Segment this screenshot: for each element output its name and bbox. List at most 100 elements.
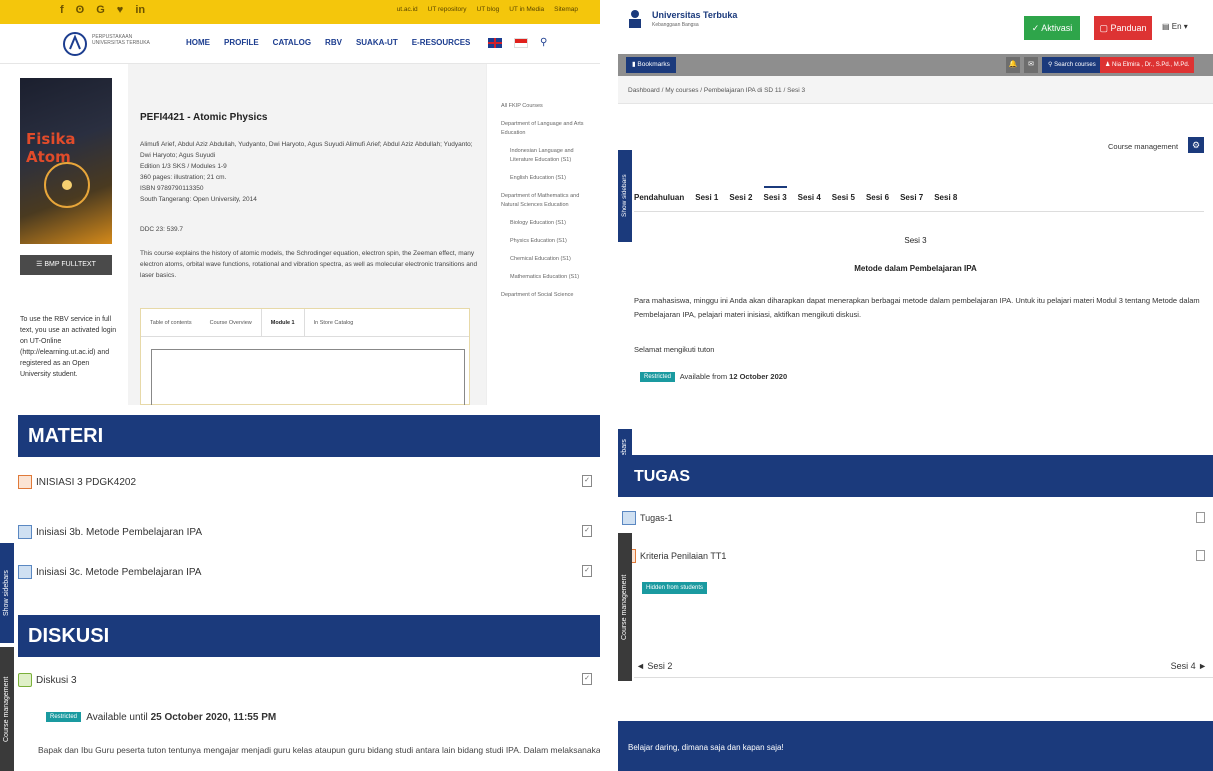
tab-pendahuluan[interactable]: Pendahuluan: [634, 186, 684, 211]
search-courses-label: Search courses: [1054, 62, 1096, 68]
completion-checkbox[interactable]: ✓: [582, 565, 592, 577]
uk-flag-icon[interactable]: [488, 37, 502, 48]
show-sidebars-tab[interactable]: Show sidebars: [618, 150, 632, 242]
session-tabs: Pendahuluan Sesi 1 Sesi 2 Sesi 3 Sesi 4 …: [634, 186, 1204, 212]
sidebar-item[interactable]: All FKIP Courses: [501, 102, 594, 111]
course-header: Universitas Terbuka Kebanggaan Bangsa ✓ …: [618, 0, 1213, 54]
tab-sesi-3[interactable]: Sesi 3: [763, 186, 787, 211]
bookmarks-button[interactable]: ▮ Bookmarks: [626, 57, 676, 73]
session-title: Sesi 3: [904, 236, 927, 245]
course-publisher: South Tangerang: Open University, 2014: [140, 196, 257, 203]
module-viewer[interactable]: [151, 349, 465, 405]
menu-suaka[interactable]: SUAKA-UT: [356, 38, 398, 47]
restricted-badge: Restricted: [46, 712, 82, 723]
course-toolbar: ▮ Bookmarks 🔔 ✉ ⚲ Search courses ♟ Nia E…: [618, 54, 1213, 76]
sidebar-item[interactable]: English Education (S1): [501, 174, 594, 183]
sidebar-item[interactable]: Mathematics Education (S1): [501, 273, 594, 282]
library-nav: PERPUSTAKAAN UNIVERSITAS TERBUKA HOME PR…: [0, 24, 600, 64]
course-management-tab[interactable]: Course management: [0, 647, 14, 771]
sidebar-item[interactable]: Department of Mathematics and Natural Sc…: [501, 192, 594, 210]
tab-sesi-2[interactable]: Sesi 2: [729, 186, 752, 211]
aktivasi-button[interactable]: ✓ Aktivasi: [1024, 16, 1080, 40]
menu-profile[interactable]: PROFILE: [224, 38, 259, 47]
menu-catalog[interactable]: CATALOG: [273, 38, 311, 47]
sidebar-item[interactable]: Indonesian Language and Literature Educa…: [501, 147, 594, 165]
language-select[interactable]: ▤ En ▾: [1162, 22, 1188, 31]
top-link-ut[interactable]: ut.ac.id: [397, 6, 418, 13]
materi-panel: MATERI INISIASI 3 PDGK4202 ✓ Inisiasi 3b…: [0, 415, 600, 771]
panduan-label: Panduan: [1110, 23, 1147, 33]
prev-section-link[interactable]: ◄ Sesi 2: [636, 661, 672, 671]
next-section-link[interactable]: Sesi 4 ►: [1171, 661, 1207, 671]
tab-sesi-7[interactable]: Sesi 7: [900, 186, 923, 211]
facebook-icon[interactable]: f: [60, 4, 64, 16]
course-meta: Alimufi Arief, Abdul Aziz Abdullah, Yudy…: [140, 139, 480, 205]
user-menu-button[interactable]: ♟ Nia Elmira , Dr., S.Pd., M.Pd.: [1100, 57, 1195, 73]
top-links: ut.ac.id UT repository UT blog UT in Med…: [397, 6, 578, 13]
top-link-media[interactable]: UT in Media: [509, 6, 544, 13]
sidebar-item[interactable]: Chemical Education (S1): [501, 255, 594, 264]
sidebar-item[interactable]: Department of Language and Arts Educatio…: [501, 120, 594, 138]
notification-icon[interactable]: 🔔: [1006, 57, 1020, 73]
sidebar-item[interactable]: Biology Education (S1): [501, 219, 594, 228]
course-management-gear-icon[interactable]: ⚙: [1188, 137, 1204, 153]
forum-icon: [18, 673, 32, 687]
top-link-sitemap[interactable]: Sitemap: [554, 6, 578, 13]
university-logo-icon[interactable]: [628, 8, 642, 30]
completion-checkbox[interactable]: [1196, 512, 1205, 523]
tab-module-1[interactable]: Module 1: [260, 309, 305, 336]
tugas-panel: Show sidebars TUGAS Tugas-1 Kriteria Pen…: [618, 415, 1213, 771]
site-footer: Belajar daring, dimana saja dan kapan sa…: [618, 721, 1213, 771]
search-courses-button[interactable]: ⚲ Search courses: [1042, 57, 1102, 73]
tab-course-overview[interactable]: Course Overview: [201, 309, 261, 336]
completion-checkbox[interactable]: ✓: [582, 525, 592, 537]
show-sidebars-tab[interactable]: Show sidebars: [0, 543, 14, 643]
list-item[interactable]: INISIASI 3 PDGK4202 ✓: [18, 465, 600, 499]
course-management-tab[interactable]: Course management: [618, 533, 632, 681]
twitter-icon[interactable]: ♥: [117, 4, 124, 16]
tab-sesi-6[interactable]: Sesi 6: [866, 186, 889, 211]
list-item[interactable]: Kriteria Penilaian TT1: [618, 541, 1213, 571]
course-tabs: Table of contents Course Overview Module…: [140, 308, 470, 405]
menu-rbv[interactable]: RBV: [325, 38, 342, 47]
user-name: Nia Elmira , Dr., S.Pd., M.Pd.: [1112, 62, 1190, 68]
google-icon[interactable]: G: [96, 4, 105, 16]
completion-checkbox[interactable]: ✓: [582, 475, 592, 487]
list-item[interactable]: Inisiasi 3c. Metode Pembelajaran IPA ✓: [18, 555, 600, 589]
pdf-icon: [18, 475, 32, 489]
tab-sesi-1[interactable]: Sesi 1: [695, 186, 718, 211]
list-item-label: Tugas-1: [640, 513, 673, 523]
search-icon[interactable]: ⚲: [540, 37, 547, 48]
list-item[interactable]: Tugas-1: [618, 503, 1213, 533]
university-tagline: Kebanggaan Bangsa: [652, 22, 699, 28]
book-cover: Fisika Atom: [20, 78, 112, 244]
panduan-button[interactable]: ▢ Panduan: [1094, 16, 1152, 40]
list-item[interactable]: Inisiasi 3b. Metode Pembelajaran IPA ✓: [18, 515, 600, 549]
list-item-label: Kriteria Penilaian TT1: [640, 551, 727, 561]
sidebar-item[interactable]: Department of Social Science: [501, 291, 594, 300]
linkedin-icon[interactable]: in: [135, 4, 145, 16]
breadcrumb[interactable]: Dashboard / My courses / Pembelajaran IP…: [618, 76, 1213, 104]
top-link-blog[interactable]: UT blog: [477, 6, 500, 13]
list-item-label: Inisiasi 3c. Metode Pembelajaran IPA: [36, 566, 202, 578]
course-edition: Edition 1/3 SKS / Modules 1-9: [140, 163, 227, 170]
tab-table-of-contents[interactable]: Table of contents: [141, 309, 201, 336]
tab-store-catalog[interactable]: In Store Catalog: [305, 309, 363, 336]
top-link-repository[interactable]: UT repository: [428, 6, 467, 13]
social-links: f ʘ G ♥ in: [60, 4, 145, 16]
completion-checkbox[interactable]: [1196, 550, 1205, 561]
sidebar-item[interactable]: Physics Education (S1): [501, 237, 594, 246]
library-logo-icon[interactable]: [62, 31, 88, 57]
completion-checkbox[interactable]: ✓: [582, 673, 592, 685]
tab-sesi-5[interactable]: Sesi 5: [832, 186, 855, 211]
library-panel: f ʘ G ♥ in ut.ac.id UT repository UT blo…: [0, 0, 600, 405]
instagram-icon[interactable]: ʘ: [76, 4, 85, 16]
menu-home[interactable]: HOME: [186, 38, 210, 47]
indonesia-flag-icon[interactable]: [514, 37, 528, 48]
tab-sesi-8[interactable]: Sesi 8: [934, 186, 957, 211]
message-icon[interactable]: ✉: [1024, 57, 1038, 73]
menu-eresources[interactable]: E-RESOURCES: [412, 38, 471, 47]
fulltext-button[interactable]: ☰ BMP FULLTEXT: [20, 255, 112, 275]
tab-sesi-4[interactable]: Sesi 4: [798, 186, 821, 211]
list-item[interactable]: Diskusi 3 ✓: [18, 663, 600, 697]
